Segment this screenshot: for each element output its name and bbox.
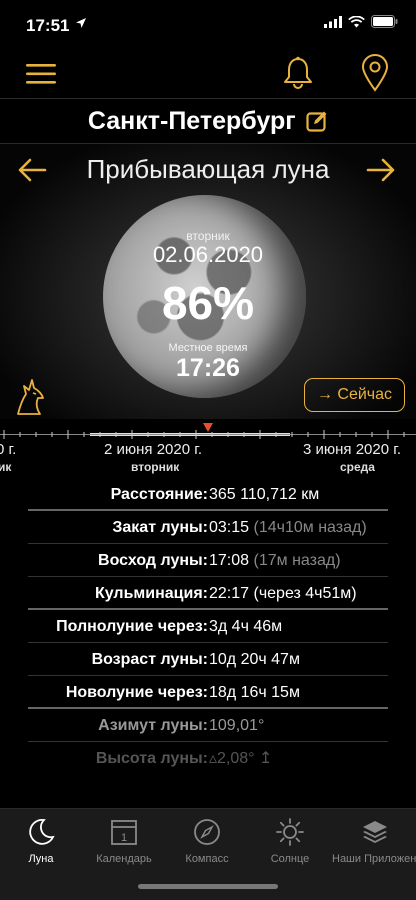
apps-stack-icon <box>363 821 387 843</box>
info-row-new-moon: Новолуние через: 18д 16ч 15м <box>28 676 388 709</box>
hamburger-menu-icon[interactable] <box>26 62 56 86</box>
tab-sun[interactable]: Солнце <box>249 817 331 865</box>
local-time-label: Местное время <box>168 342 248 354</box>
info-label: Полнолуние через: <box>56 618 208 635</box>
info-value: 365 110,712 км <box>209 486 320 503</box>
info-row-full-moon: Полнолуние через: 3д 4ч 46м <box>28 610 388 643</box>
weekday: вторник <box>186 229 230 243</box>
tab-label: Календарь <box>96 853 152 865</box>
moon-info-list: Расстояние: 365 110,712 км Закат луны: 0… <box>0 478 416 775</box>
tab-label: Солнце <box>270 853 310 865</box>
timeline-prev-weekday: ик <box>0 460 12 474</box>
next-arrow-icon[interactable] <box>366 156 396 184</box>
moon-hero: Прибывающая луна вторник 02.06.2020 86% … <box>0 144 416 419</box>
location-arrow-icon <box>76 18 86 28</box>
info-row-culmination: Кульминация: 22:17 (через 4ч51м) <box>28 577 388 610</box>
timeline-current-weekday: вторник <box>131 460 180 474</box>
previous-arrow-icon[interactable] <box>17 156 47 184</box>
info-value: 22:17 (через 4ч51м) <box>209 585 357 602</box>
compass-icon <box>194 819 220 845</box>
info-extra: (17м назад) <box>253 552 341 569</box>
info-label: Азимут луны: <box>98 717 208 734</box>
timeline-next-date: 3 июня 2020 г. <box>303 441 402 458</box>
date-timeline[interactable]: 0 г. ик 2 июня 2020 г. вторник 3 июня 20… <box>0 420 416 474</box>
info-label: Закат луны: <box>112 519 208 536</box>
info-label: Возраст луны: <box>91 651 208 668</box>
wifi-icon <box>348 15 365 27</box>
info-row-distance: Расстояние: 365 110,712 км <box>28 478 388 511</box>
info-value: 3д 4ч 46м <box>209 618 283 635</box>
tab-label: Луна <box>28 853 54 865</box>
info-row-moon-age: Возраст луны: 10д 20ч 47м <box>28 643 388 676</box>
status-time: 17:51 <box>26 16 70 35</box>
calendar-icon: 1 <box>111 820 137 845</box>
bell-icon[interactable] <box>282 56 314 90</box>
signal-icon <box>324 15 342 28</box>
info-label: Высота луны: <box>95 750 208 767</box>
info-value: 03:15 (14ч10м назад) <box>209 519 367 536</box>
illumination-percent: 86% <box>161 277 255 329</box>
moon-icon <box>29 818 55 845</box>
info-row-azimuth: Азимут луны: 109,01° <box>28 709 388 742</box>
date: 02.06.2020 <box>152 242 264 267</box>
timeline-current-date: 2 июня 2020 г. <box>104 441 203 458</box>
tab-moon[interactable]: Луна <box>0 817 82 865</box>
info-label: Кульминация: <box>94 585 208 602</box>
home-indicator <box>138 884 278 889</box>
info-value: 18д 16ч 15м <box>209 684 300 701</box>
nav-divider <box>0 98 416 99</box>
info-label: Расстояние: <box>110 486 208 503</box>
tab-our-apps[interactable]: Наши Приложения <box>332 817 416 865</box>
info-value: 17:08 (17м назад) <box>209 552 341 569</box>
svg-text:1: 1 <box>121 832 127 844</box>
sun-icon <box>276 818 304 846</box>
tab-label: Наши Приложения <box>332 853 416 865</box>
top-navbar <box>0 48 416 98</box>
location-pin-icon[interactable] <box>360 54 390 92</box>
tab-calendar[interactable]: 1 Календарь <box>83 817 165 865</box>
info-extra: (14ч10м назад) <box>253 519 367 536</box>
tab-compass[interactable]: Компасс <box>166 817 248 865</box>
timeline-marker-icon <box>203 423 213 432</box>
city-selector[interactable]: Санкт-Петербург <box>0 100 416 142</box>
info-row-moonset: Закат луны: 03:15 (14ч10м назад) <box>28 511 388 544</box>
timeline-prev-date: 0 г. <box>0 441 17 458</box>
timeline-ticks <box>0 423 416 439</box>
wolf-icon[interactable] <box>14 372 48 416</box>
info-label: Восход луны: <box>98 552 208 569</box>
info-label: Новолуние через: <box>65 684 208 701</box>
info-value: ▵2,08° ↥ <box>209 750 273 767</box>
info-row-moonrise: Восход луны: 17:08 (17м назад) <box>28 544 388 577</box>
now-button[interactable]: → Сейчас <box>304 378 405 412</box>
moon-phase-title: Прибывающая луна <box>86 154 330 184</box>
status-icons <box>324 15 398 28</box>
city-name: Санкт-Петербург <box>87 107 296 135</box>
timeline-next-weekday: среда <box>340 460 375 474</box>
info-row-altitude: Высота луны: ▵2,08° ↥ <box>28 742 388 775</box>
battery-icon <box>371 15 398 28</box>
edit-icon[interactable] <box>306 110 328 132</box>
info-value: 10д 20ч 47м <box>209 651 300 668</box>
info-value: 109,01° <box>209 717 265 734</box>
status-bar: 17:51 <box>0 0 416 48</box>
tab-label: Компасс <box>185 853 229 865</box>
